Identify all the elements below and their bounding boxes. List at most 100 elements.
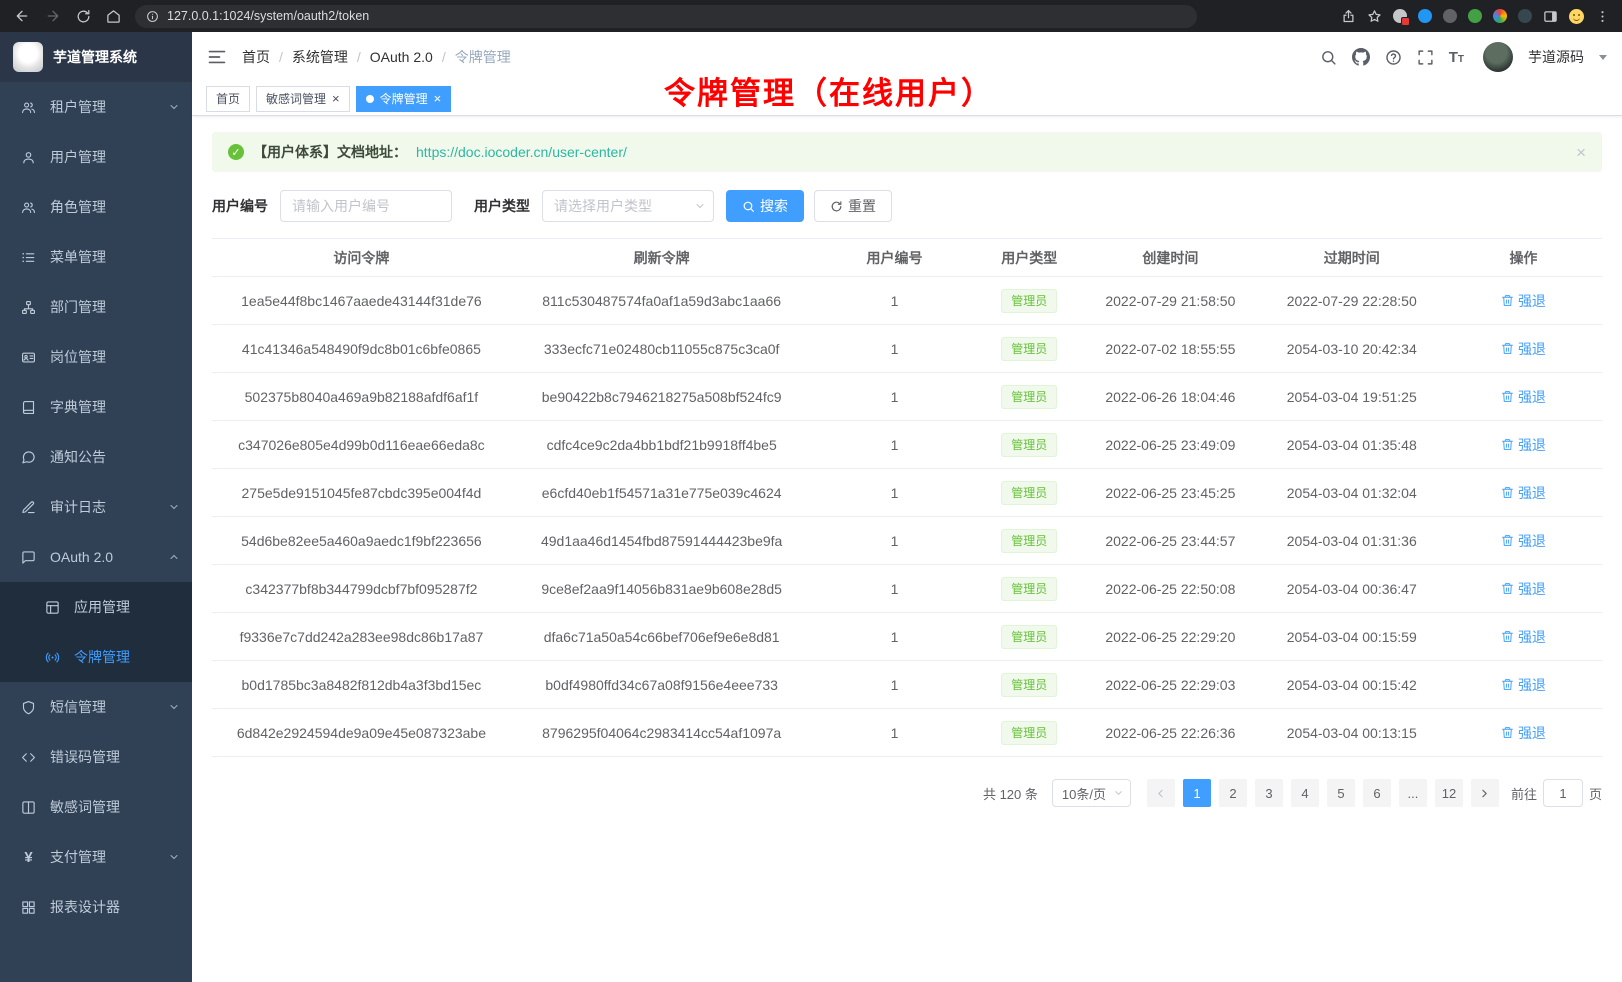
site-info-icon[interactable]: [146, 10, 159, 23]
user-type-badge: 管理员: [1001, 481, 1057, 505]
user-type-select-input[interactable]: [542, 190, 714, 222]
tab-label: 敏感词管理: [266, 90, 326, 107]
page-button-12[interactable]: 12: [1435, 779, 1463, 807]
tab-sensitive-word[interactable]: 敏感词管理 ×: [256, 86, 350, 112]
fullscreen-icon[interactable]: [1417, 49, 1434, 66]
prev-page-button[interactable]: [1147, 779, 1175, 807]
sidebar-item-post[interactable]: 岗位管理: [0, 332, 192, 382]
force-logout-button[interactable]: 强退: [1501, 675, 1546, 695]
breadcrumb-item[interactable]: 系统管理: [292, 47, 348, 67]
user-type-cell: 管理员: [976, 565, 1082, 613]
table-row: 6d842e2924594de9a09e45e087323abe8796295f…: [212, 709, 1602, 757]
home-icon[interactable]: [106, 9, 121, 24]
user-avatar[interactable]: [1483, 42, 1513, 72]
extension-icon[interactable]: [1393, 9, 1407, 23]
user-type-select[interactable]: [542, 190, 714, 222]
close-icon[interactable]: ×: [434, 92, 442, 105]
user-type-badge: 管理员: [1001, 625, 1057, 649]
sidebar-item-menu[interactable]: 菜单管理: [0, 232, 192, 282]
sidebar-item-oauth[interactable]: OAuth 2.0: [0, 532, 192, 582]
sidebar-item-pay[interactable]: ¥支付管理: [0, 832, 192, 882]
back-icon[interactable]: [14, 8, 30, 24]
extension-icon[interactable]: [1493, 9, 1507, 23]
sidebar-item-notice[interactable]: 通知公告: [0, 432, 192, 482]
sidebar-item-dict[interactable]: 字典管理: [0, 382, 192, 432]
page-button-3[interactable]: 3: [1255, 779, 1283, 807]
page-button-5[interactable]: 5: [1327, 779, 1355, 807]
bookmark-star-icon[interactable]: [1367, 9, 1382, 24]
share-icon[interactable]: [1341, 9, 1356, 24]
user-type-cell: 管理员: [976, 613, 1082, 661]
more-pages-button[interactable]: ...: [1399, 779, 1427, 807]
hamburger-icon[interactable]: [207, 47, 227, 67]
page-unit-label: 页: [1589, 784, 1602, 803]
sidebar-item-label: 部门管理: [50, 297, 106, 317]
sidebar-item-sensitive[interactable]: 敏感词管理: [0, 782, 192, 832]
extension-icon[interactable]: [1443, 9, 1457, 23]
force-logout-label: 强退: [1518, 483, 1546, 503]
table-header-row: 访问令牌刷新令牌用户编号用户类型创建时间过期时间操作: [212, 239, 1602, 277]
sidebar-item-role[interactable]: 角色管理: [0, 182, 192, 232]
force-logout-button[interactable]: 强退: [1501, 531, 1546, 551]
extension-icon[interactable]: [1418, 9, 1432, 23]
force-logout-button[interactable]: 强退: [1501, 579, 1546, 599]
force-logout-button[interactable]: 强退: [1501, 291, 1546, 311]
forward-icon[interactable]: [45, 8, 61, 24]
create-time-cell: 2022-06-25 22:50:08: [1082, 565, 1259, 613]
force-logout-button[interactable]: 强退: [1501, 435, 1546, 455]
sidebar-item-dept[interactable]: 部门管理: [0, 282, 192, 332]
caret-down-icon[interactable]: [1599, 55, 1607, 60]
search-button[interactable]: 搜索: [726, 190, 804, 222]
app-logo[interactable]: 芋道管理系统: [0, 32, 192, 82]
side-panel-icon[interactable]: [1543, 9, 1558, 24]
force-logout-button[interactable]: 强退: [1501, 483, 1546, 503]
sidebar-item-report[interactable]: 报表设计器: [0, 882, 192, 932]
browser-menu-icon[interactable]: [1595, 9, 1610, 24]
extension-icon[interactable]: [1518, 9, 1532, 23]
sidebar-item-errcode[interactable]: 错误码管理: [0, 732, 192, 782]
user-id-input[interactable]: [280, 190, 452, 222]
reload-icon[interactable]: [76, 9, 91, 24]
extension-icon[interactable]: [1468, 9, 1482, 23]
sidebar-item-user[interactable]: 用户管理: [0, 132, 192, 182]
user-id-cell: 1: [812, 469, 976, 517]
main-area: 首页/系统管理/OAuth 2.0/令牌管理 TT 芋道源码 首页敏感词管理×令…: [192, 32, 1622, 982]
action-cell: 强退: [1445, 325, 1602, 373]
doc-link[interactable]: https://doc.iocoder.cn/user-center/: [416, 144, 627, 160]
profile-avatar-icon[interactable]: [1569, 9, 1584, 24]
breadcrumb-separator: /: [279, 49, 283, 65]
page-button-2[interactable]: 2: [1219, 779, 1247, 807]
force-logout-button[interactable]: 强退: [1501, 723, 1546, 743]
breadcrumb: 首页/系统管理/OAuth 2.0/令牌管理: [242, 47, 511, 67]
breadcrumb-item[interactable]: 首页: [242, 47, 270, 67]
alert-close-icon[interactable]: ×: [1576, 144, 1586, 161]
goto-page-input[interactable]: [1543, 779, 1583, 807]
user-type-badge: 管理员: [1001, 433, 1057, 457]
force-logout-button[interactable]: 强退: [1501, 627, 1546, 647]
page-button-6[interactable]: 6: [1363, 779, 1391, 807]
github-icon[interactable]: [1352, 48, 1370, 66]
table-row: f9336e7c7dd242a283ee98dc86b17a87dfa6c71a…: [212, 613, 1602, 661]
tab-token[interactable]: 令牌管理×: [356, 86, 452, 112]
page-button-1[interactable]: 1: [1183, 779, 1211, 807]
sidebar-item-log[interactable]: 审计日志: [0, 482, 192, 532]
force-logout-button[interactable]: 强退: [1501, 339, 1546, 359]
next-page-button[interactable]: [1471, 779, 1499, 807]
page-button-4[interactable]: 4: [1291, 779, 1319, 807]
tab-home[interactable]: 首页: [206, 86, 250, 112]
page-size-select[interactable]: 10条/页: [1052, 779, 1131, 807]
refresh-token-cell: dfa6c71a50a54c66bef706ef9e6e8d81: [511, 613, 813, 661]
breadcrumb-item[interactable]: OAuth 2.0: [370, 49, 433, 65]
font-size-icon[interactable]: TT: [1449, 50, 1464, 65]
force-logout-button[interactable]: 强退: [1501, 387, 1546, 407]
sidebar-item-tenant[interactable]: 租户管理: [0, 82, 192, 132]
sidebar-item-sms[interactable]: 短信管理: [0, 682, 192, 732]
search-icon[interactable]: [1320, 49, 1337, 66]
column-header: 过期时间: [1259, 239, 1445, 277]
reset-button[interactable]: 重置: [814, 190, 892, 222]
sidebar-item-token[interactable]: 令牌管理: [0, 632, 192, 682]
address-bar[interactable]: 127.0.0.1:1024/system/oauth2/token: [135, 5, 1197, 28]
help-icon[interactable]: [1385, 49, 1402, 66]
close-icon[interactable]: ×: [332, 92, 340, 105]
sidebar-item-app[interactable]: 应用管理: [0, 582, 192, 632]
